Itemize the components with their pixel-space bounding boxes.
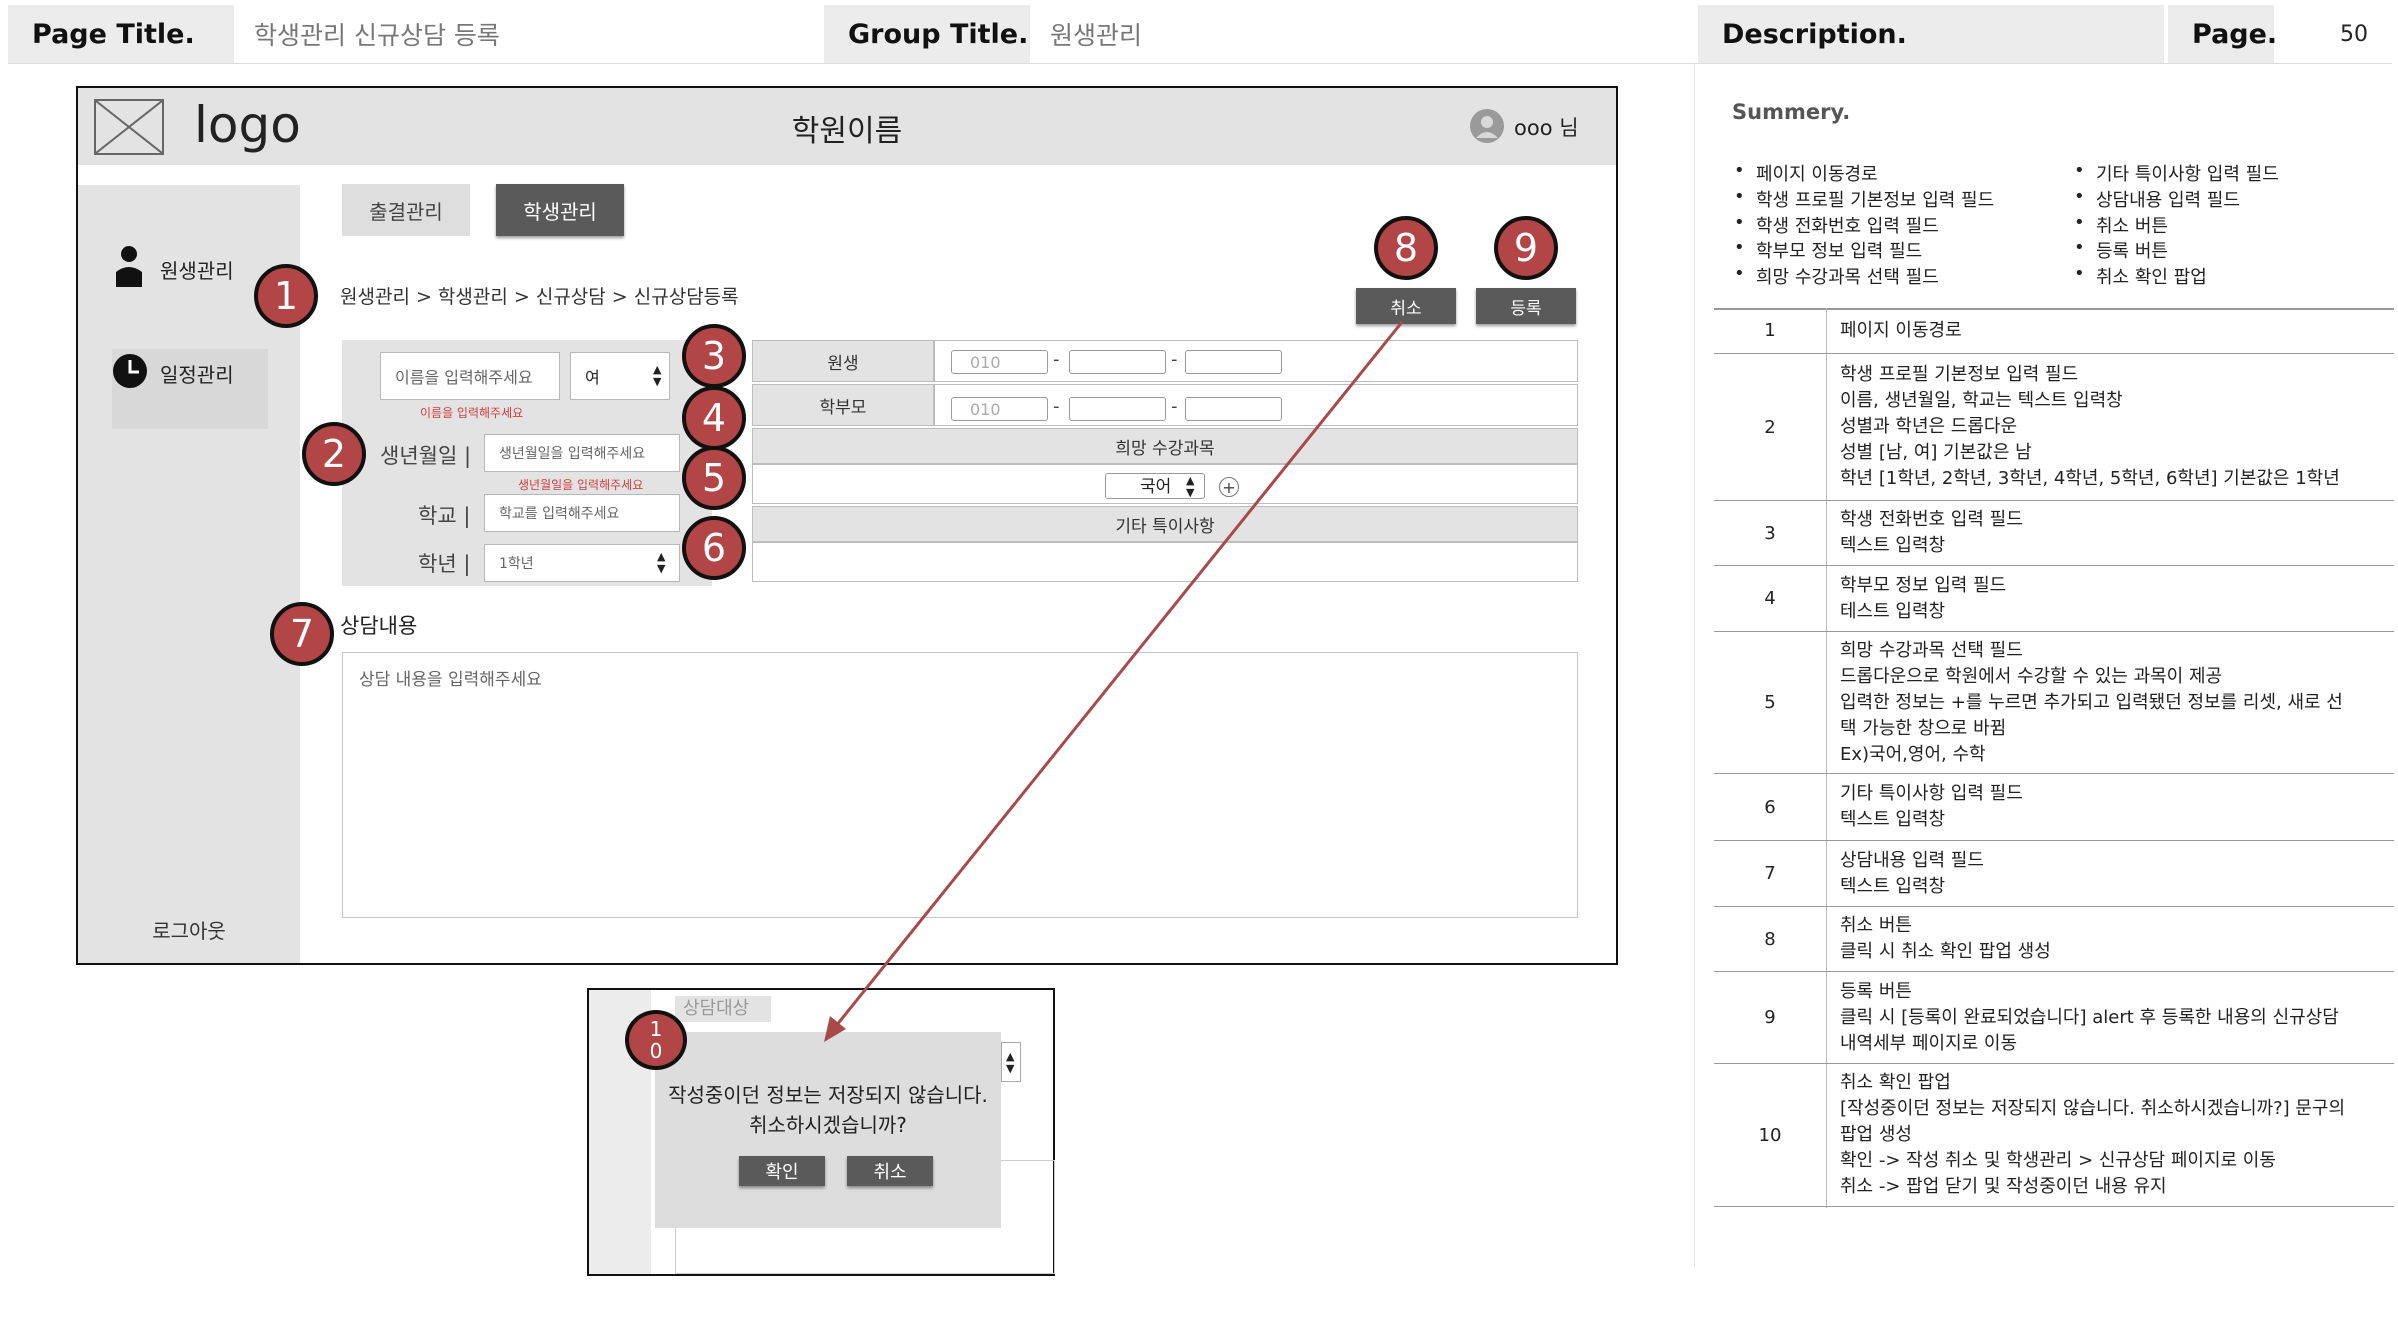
description-row-number: 6 xyxy=(1764,796,1776,818)
description-line: 학년 [1학년, 2학년, 3학년, 4학년, 5학년, 6학년] 기본값은 1… xyxy=(1840,468,2340,489)
description-line: 학생 프로필 기본정보 입력 필드 xyxy=(1840,364,2079,385)
description-row-number: 3 xyxy=(1764,522,1776,544)
description-line: 클릭 시 취소 확인 팝업 생성 xyxy=(1840,941,2051,962)
summary-item: 등록 버튼 xyxy=(2074,237,2168,263)
description-row-text: 취소 버튼클릭 시 취소 확인 팝업 생성 xyxy=(1840,907,2388,971)
description-row-text: 페이지 이동경로 xyxy=(1840,308,2388,353)
description-line: 텍스트 입력창 xyxy=(1840,535,1946,556)
description-line: 상담내용 입력 필드 xyxy=(1840,849,1984,871)
description-line: 취소 -> 팝업 닫기 및 작성중이던 내용 유지 xyxy=(1840,1176,2167,1197)
description-line: 성별과 학년은 드롭다운 xyxy=(1840,416,2018,437)
description-line: 입력한 정보는 +를 누르면 추가되고 입력됐던 정보를 리셋, 새로 선 xyxy=(1840,691,2343,713)
summary-item: 희망 수강과목 선택 필드 xyxy=(1734,263,1939,289)
description-row-text: 희망 수강과목 선택 필드드롭다운으로 학원에서 수강할 수 있는 과목이 제공… xyxy=(1840,632,2388,773)
description-row-text: 학생 전화번호 입력 필드텍스트 입력창 xyxy=(1840,501,2388,565)
description-row: 7 상담내용 입력 필드텍스트 입력창 xyxy=(1714,841,2394,907)
description-row-text: 학생 프로필 기본정보 입력 필드이름, 생년월일, 학교는 텍스트 입력창성별… xyxy=(1840,354,2388,500)
description-row-text: 등록 버튼클릭 시 [등록이 완료되었습니다] alert 후 등록한 내용의 … xyxy=(1840,972,2388,1063)
description-row-number: 9 xyxy=(1764,1007,1776,1028)
summary-item: 취소 버튼 xyxy=(2074,212,2168,238)
description-row: 8 취소 버튼클릭 시 취소 확인 팝업 생성 xyxy=(1714,907,2394,972)
description-line: 드롭다운으로 학원에서 수강할 수 있는 과목이 제공 xyxy=(1840,665,2223,687)
description-line: 학생 전화번호 입력 필드 xyxy=(1840,509,2023,530)
description-line: 페이지 이동경로 xyxy=(1840,319,1962,341)
description-row-number: 2 xyxy=(1764,416,1776,438)
description-line: 학부모 정보 입력 필드 xyxy=(1840,574,2007,596)
description-row: 4 학부모 정보 입력 필드테스트 입력창 xyxy=(1714,566,2394,632)
summary-title: Summery. xyxy=(1732,100,1851,124)
description-line: 등록 버튼 xyxy=(1840,980,1912,1002)
description-line: 클릭 시 [등록이 완료되었습니다] alert 후 등록한 내용의 신규상담 xyxy=(1840,1006,2339,1028)
description-line: 텍스트 입력창 xyxy=(1840,875,1946,897)
description-line: 택 가능한 창으로 바뀜 xyxy=(1840,717,2007,739)
description-row: 6 기타 특이사항 입력 필드텍스트 입력창 xyxy=(1714,774,2394,841)
description-row-number: 8 xyxy=(1764,928,1776,950)
description-line: 희망 수강과목 선택 필드 xyxy=(1840,639,2023,661)
description-row: 3 학생 전화번호 입력 필드텍스트 입력창 xyxy=(1714,501,2394,566)
description-row-number: 5 xyxy=(1764,692,1776,713)
description-row-number: 7 xyxy=(1764,863,1776,884)
description-line: 테스트 입력창 xyxy=(1840,600,1946,622)
description-row-text: 학부모 정보 입력 필드테스트 입력창 xyxy=(1840,566,2388,631)
description-line: 취소 확인 팝업 xyxy=(1840,1072,1951,1093)
description-line: 내역세부 페이지로 이동 xyxy=(1840,1032,2018,1054)
description-line: [작성중이던 정보는 저장되지 않습니다. 취소하시겠습니까?] 문구의 xyxy=(1840,1098,2346,1119)
description-row-number: 4 xyxy=(1764,588,1776,609)
description-row-number: 1 xyxy=(1764,320,1776,341)
summary-item: 학생 프로필 기본정보 입력 필드 xyxy=(1734,186,1994,212)
description-line: Ex)국어,영어, 수학 xyxy=(1840,743,1986,765)
description-line: 기타 특이사항 입력 필드 xyxy=(1840,783,2023,804)
summary-item: 상담내용 입력 필드 xyxy=(2074,186,2240,212)
summary-item: 학생 전화번호 입력 필드 xyxy=(1734,212,1939,238)
description-row-text: 상담내용 입력 필드텍스트 입력창 xyxy=(1840,841,2388,906)
summary-item: 기타 특이사항 입력 필드 xyxy=(2074,160,2279,186)
description-row: 1 페이지 이동경로 xyxy=(1714,308,2394,354)
description-line: 팝업 생성 xyxy=(1840,1124,1912,1145)
description-line: 텍스트 입력창 xyxy=(1840,809,1946,830)
description-line: 이름, 생년월일, 학교는 텍스트 입력창 xyxy=(1840,390,2123,411)
description-line: 취소 버튼 xyxy=(1840,915,1912,936)
summary-item: 취소 확인 팝업 xyxy=(2074,263,2207,289)
summary-item: 학부모 정보 입력 필드 xyxy=(1734,237,1922,263)
description-row: 10 취소 확인 팝업 [작성중이던 정보는 저장되지 않습니다. 취소하시겠습니까… xyxy=(1714,1064,2394,1207)
summary-item: 페이지 이동경로 xyxy=(1734,160,1878,186)
description-row-text: 기타 특이사항 입력 필드텍스트 입력창 xyxy=(1840,774,2388,840)
description-row-number: 10 xyxy=(1758,1124,1782,1146)
description-row: 9 등록 버튼클릭 시 [등록이 완료되었습니다] alert 후 등록한 내용의… xyxy=(1714,972,2394,1064)
description-row-text: 취소 확인 팝업 [작성중이던 정보는 저장되지 않습니다. 취소하시겠습니까?]… xyxy=(1840,1064,2388,1206)
description-line: 확인 -> 작성 취소 및 학생관리 > 신규상담 페이지로 이동 xyxy=(1840,1150,2276,1171)
description-row: 2 학생 프로필 기본정보 입력 필드이름, 생년월일, 학교는 텍스트 입력창성… xyxy=(1714,354,2394,501)
description-line: 성별 [남, 여] 기본값은 남 xyxy=(1840,442,2032,463)
description-row: 5 희망 수강과목 선택 필드드롭다운으로 학원에서 수강할 수 있는 과목이 제… xyxy=(1714,632,2394,774)
